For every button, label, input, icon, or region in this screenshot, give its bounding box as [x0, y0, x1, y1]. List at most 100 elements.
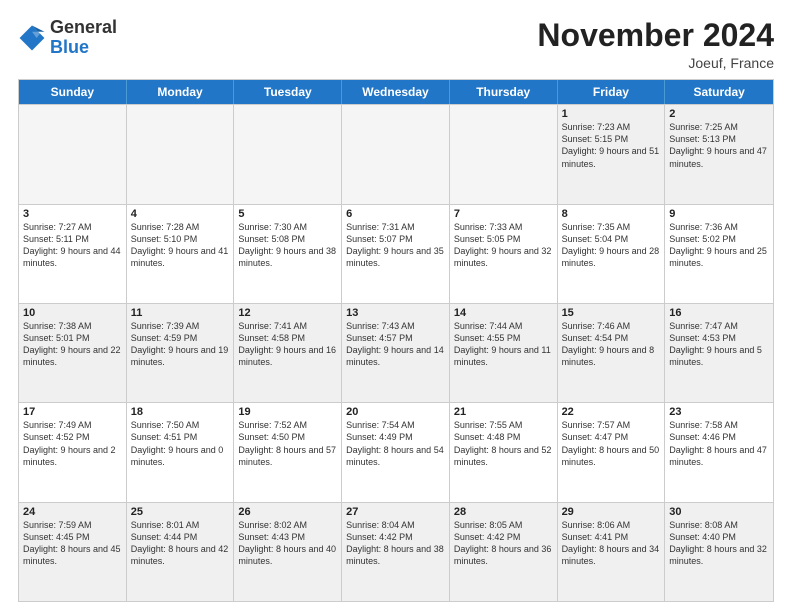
logo: General Blue: [18, 18, 117, 58]
day-cell-16: 16 Sunrise: 7:47 AMSunset: 4:53 PMDaylig…: [665, 304, 773, 402]
calendar-row-3: 10 Sunrise: 7:38 AMSunset: 5:01 PMDaylig…: [19, 303, 773, 402]
header-wednesday: Wednesday: [342, 80, 450, 104]
day-number: 8: [562, 208, 661, 220]
day-cell-4: 4 Sunrise: 7:28 AMSunset: 5:10 PMDayligh…: [127, 205, 235, 303]
day-number: 1: [562, 108, 661, 120]
day-number: 28: [454, 506, 553, 518]
logo-blue: Blue: [50, 37, 89, 57]
calendar-row-2: 3 Sunrise: 7:27 AMSunset: 5:11 PMDayligh…: [19, 204, 773, 303]
day-cell-3: 3 Sunrise: 7:27 AMSunset: 5:11 PMDayligh…: [19, 205, 127, 303]
day-number: 13: [346, 307, 445, 319]
day-number: 27: [346, 506, 445, 518]
header-friday: Friday: [558, 80, 666, 104]
day-number: 6: [346, 208, 445, 220]
day-number: 25: [131, 506, 230, 518]
day-number: 3: [23, 208, 122, 220]
day-cell-25: 25 Sunrise: 8:01 AMSunset: 4:44 PMDaylig…: [127, 503, 235, 601]
day-cell-28: 28 Sunrise: 8:05 AMSunset: 4:42 PMDaylig…: [450, 503, 558, 601]
day-cell-6: 6 Sunrise: 7:31 AMSunset: 5:07 PMDayligh…: [342, 205, 450, 303]
day-number: 19: [238, 406, 337, 418]
day-number: 5: [238, 208, 337, 220]
day-info: Sunrise: 7:25 AMSunset: 5:13 PMDaylight:…: [669, 121, 769, 170]
day-number: 14: [454, 307, 553, 319]
month-title: November 2024: [537, 18, 774, 53]
header: General Blue November 2024 Joeuf, France: [18, 18, 774, 71]
day-cell-15: 15 Sunrise: 7:46 AMSunset: 4:54 PMDaylig…: [558, 304, 666, 402]
day-info: Sunrise: 7:43 AMSunset: 4:57 PMDaylight:…: [346, 320, 445, 369]
day-cell-29: 29 Sunrise: 8:06 AMSunset: 4:41 PMDaylig…: [558, 503, 666, 601]
day-cell-empty: [342, 105, 450, 203]
calendar-row-5: 24 Sunrise: 7:59 AMSunset: 4:45 PMDaylig…: [19, 502, 773, 601]
day-info: Sunrise: 7:41 AMSunset: 4:58 PMDaylight:…: [238, 320, 337, 369]
day-number: 10: [23, 307, 122, 319]
day-cell-22: 22 Sunrise: 7:57 AMSunset: 4:47 PMDaylig…: [558, 403, 666, 501]
day-info: Sunrise: 8:05 AMSunset: 4:42 PMDaylight:…: [454, 519, 553, 568]
day-number: 15: [562, 307, 661, 319]
day-info: Sunrise: 7:35 AMSunset: 5:04 PMDaylight:…: [562, 221, 661, 270]
day-info: Sunrise: 7:27 AMSunset: 5:11 PMDaylight:…: [23, 221, 122, 270]
day-number: 29: [562, 506, 661, 518]
day-cell-5: 5 Sunrise: 7:30 AMSunset: 5:08 PMDayligh…: [234, 205, 342, 303]
day-cell-18: 18 Sunrise: 7:50 AMSunset: 4:51 PMDaylig…: [127, 403, 235, 501]
day-info: Sunrise: 7:52 AMSunset: 4:50 PMDaylight:…: [238, 419, 337, 468]
header-monday: Monday: [127, 80, 235, 104]
day-cell-7: 7 Sunrise: 7:33 AMSunset: 5:05 PMDayligh…: [450, 205, 558, 303]
day-info: Sunrise: 7:36 AMSunset: 5:02 PMDaylight:…: [669, 221, 769, 270]
day-info: Sunrise: 7:54 AMSunset: 4:49 PMDaylight:…: [346, 419, 445, 468]
logo-icon: [18, 24, 46, 52]
day-info: Sunrise: 7:28 AMSunset: 5:10 PMDaylight:…: [131, 221, 230, 270]
calendar-body: 1 Sunrise: 7:23 AMSunset: 5:15 PMDayligh…: [19, 104, 773, 601]
day-cell-1: 1 Sunrise: 7:23 AMSunset: 5:15 PMDayligh…: [558, 105, 666, 203]
day-info: Sunrise: 8:04 AMSunset: 4:42 PMDaylight:…: [346, 519, 445, 568]
day-cell-30: 30 Sunrise: 8:08 AMSunset: 4:40 PMDaylig…: [665, 503, 773, 601]
day-info: Sunrise: 7:44 AMSunset: 4:55 PMDaylight:…: [454, 320, 553, 369]
day-cell-14: 14 Sunrise: 7:44 AMSunset: 4:55 PMDaylig…: [450, 304, 558, 402]
day-number: 2: [669, 108, 769, 120]
day-info: Sunrise: 7:50 AMSunset: 4:51 PMDaylight:…: [131, 419, 230, 468]
header-thursday: Thursday: [450, 80, 558, 104]
day-number: 12: [238, 307, 337, 319]
logo-general: General: [50, 17, 117, 37]
calendar-row-4: 17 Sunrise: 7:49 AMSunset: 4:52 PMDaylig…: [19, 402, 773, 501]
day-info: Sunrise: 7:59 AMSunset: 4:45 PMDaylight:…: [23, 519, 122, 568]
header-tuesday: Tuesday: [234, 80, 342, 104]
day-cell-empty: [450, 105, 558, 203]
title-block: November 2024 Joeuf, France: [537, 18, 774, 71]
page: General Blue November 2024 Joeuf, France…: [0, 0, 792, 612]
day-info: Sunrise: 7:49 AMSunset: 4:52 PMDaylight:…: [23, 419, 122, 468]
day-number: 30: [669, 506, 769, 518]
day-cell-13: 13 Sunrise: 7:43 AMSunset: 4:57 PMDaylig…: [342, 304, 450, 402]
day-number: 23: [669, 406, 769, 418]
day-cell-17: 17 Sunrise: 7:49 AMSunset: 4:52 PMDaylig…: [19, 403, 127, 501]
day-info: Sunrise: 7:46 AMSunset: 4:54 PMDaylight:…: [562, 320, 661, 369]
day-info: Sunrise: 8:02 AMSunset: 4:43 PMDaylight:…: [238, 519, 337, 568]
day-info: Sunrise: 7:55 AMSunset: 4:48 PMDaylight:…: [454, 419, 553, 468]
day-number: 9: [669, 208, 769, 220]
day-cell-24: 24 Sunrise: 7:59 AMSunset: 4:45 PMDaylig…: [19, 503, 127, 601]
day-info: Sunrise: 8:01 AMSunset: 4:44 PMDaylight:…: [131, 519, 230, 568]
day-number: 16: [669, 307, 769, 319]
day-number: 17: [23, 406, 122, 418]
day-info: Sunrise: 7:33 AMSunset: 5:05 PMDaylight:…: [454, 221, 553, 270]
day-cell-empty: [19, 105, 127, 203]
day-number: 21: [454, 406, 553, 418]
day-number: 7: [454, 208, 553, 220]
day-cell-empty: [234, 105, 342, 203]
day-cell-8: 8 Sunrise: 7:35 AMSunset: 5:04 PMDayligh…: [558, 205, 666, 303]
day-number: 18: [131, 406, 230, 418]
day-info: Sunrise: 7:30 AMSunset: 5:08 PMDaylight:…: [238, 221, 337, 270]
day-info: Sunrise: 7:31 AMSunset: 5:07 PMDaylight:…: [346, 221, 445, 270]
day-cell-9: 9 Sunrise: 7:36 AMSunset: 5:02 PMDayligh…: [665, 205, 773, 303]
day-cell-26: 26 Sunrise: 8:02 AMSunset: 4:43 PMDaylig…: [234, 503, 342, 601]
day-info: Sunrise: 7:57 AMSunset: 4:47 PMDaylight:…: [562, 419, 661, 468]
day-cell-27: 27 Sunrise: 8:04 AMSunset: 4:42 PMDaylig…: [342, 503, 450, 601]
day-number: 4: [131, 208, 230, 220]
day-info: Sunrise: 7:23 AMSunset: 5:15 PMDaylight:…: [562, 121, 661, 170]
day-cell-21: 21 Sunrise: 7:55 AMSunset: 4:48 PMDaylig…: [450, 403, 558, 501]
location: Joeuf, France: [537, 55, 774, 71]
calendar-row-1: 1 Sunrise: 7:23 AMSunset: 5:15 PMDayligh…: [19, 104, 773, 203]
header-sunday: Sunday: [19, 80, 127, 104]
day-cell-11: 11 Sunrise: 7:39 AMSunset: 4:59 PMDaylig…: [127, 304, 235, 402]
calendar: Sunday Monday Tuesday Wednesday Thursday…: [18, 79, 774, 602]
day-number: 24: [23, 506, 122, 518]
